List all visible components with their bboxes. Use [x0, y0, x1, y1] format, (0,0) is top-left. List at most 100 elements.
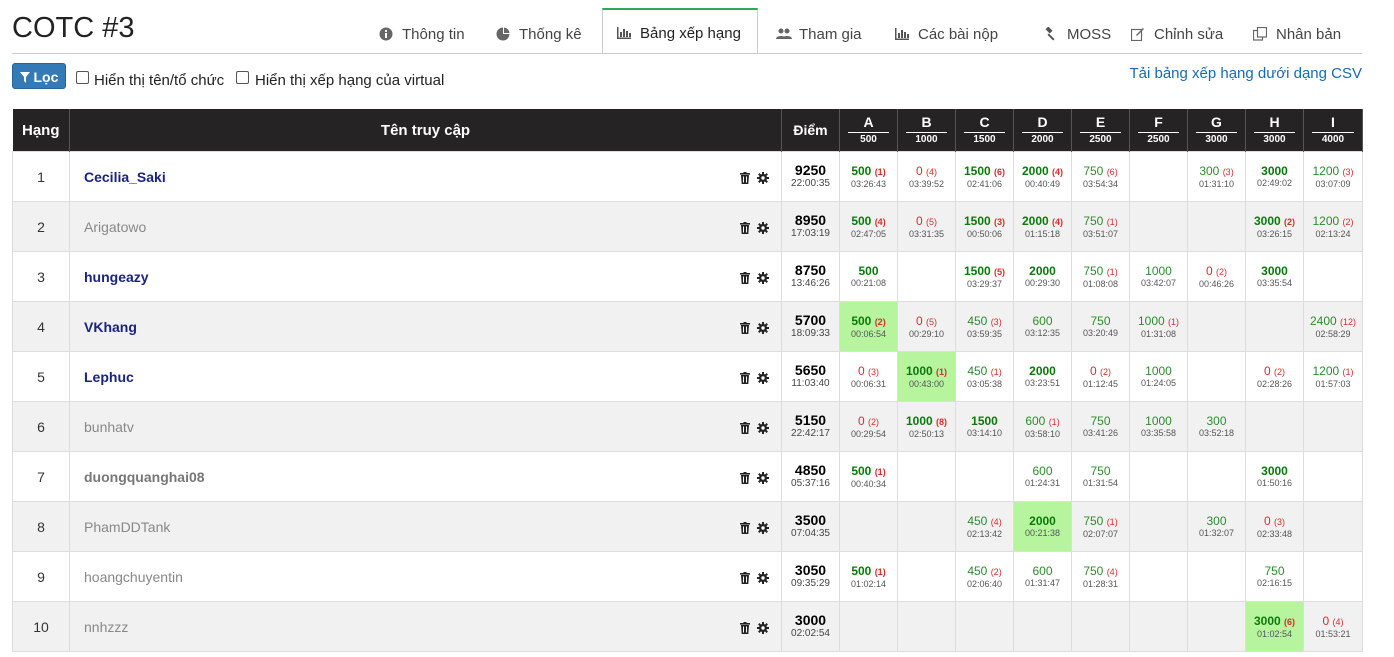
problem-cell[interactable]: 750 01:31:54: [1071, 451, 1130, 502]
trash-icon[interactable]: [739, 221, 751, 234]
show-virtual-checkbox[interactable]: [236, 71, 249, 84]
problem-cell[interactable]: 1000 01:24:05: [1129, 351, 1188, 402]
problem-cell[interactable]: 0 (2) 00:29:54: [839, 401, 898, 452]
trash-icon[interactable]: [739, 371, 751, 384]
trash-icon[interactable]: [739, 621, 751, 634]
filter-button[interactable]: Lọc: [12, 63, 66, 89]
tab-4[interactable]: Tham gia: [766, 16, 862, 54]
tab-5[interactable]: Các bài nộp: [885, 16, 998, 54]
tab-6[interactable]: MOSS: [1034, 16, 1111, 54]
gear-icon[interactable]: [757, 171, 769, 184]
problem-cell[interactable]: 300 03:52:18: [1187, 401, 1246, 452]
username-link[interactable]: VKhang: [84, 319, 137, 335]
gear-icon[interactable]: [757, 221, 769, 234]
problem-cell[interactable]: 1000 (8) 02:50:13: [897, 401, 956, 452]
problem-cell[interactable]: 750 (1) 01:08:08: [1071, 251, 1130, 302]
header-problem-h[interactable]: H 3000: [1245, 109, 1304, 152]
problem-cell[interactable]: 3000 (2) 03:26:15: [1245, 201, 1304, 252]
problem-cell[interactable]: 0 (3) 00:06:31: [839, 351, 898, 402]
problem-cell[interactable]: 0 (5) 03:31:35: [897, 201, 956, 252]
problem-cell[interactable]: 0 (2) 02:28:26: [1245, 351, 1304, 402]
username-link[interactable]: Lephuc: [84, 369, 134, 385]
trash-icon[interactable]: [739, 271, 751, 284]
tab-3[interactable]: Bảng xếp hạng: [602, 8, 758, 54]
problem-cell[interactable]: 0 (4) 01:53:21: [1303, 601, 1363, 652]
username-link[interactable]: PhamDDTank: [84, 519, 170, 535]
trash-icon[interactable]: [739, 571, 751, 584]
problem-cell[interactable]: 750 (4) 01:28:31: [1071, 551, 1130, 602]
problem-cell[interactable]: 500 (2) 00:06:54: [839, 301, 898, 352]
problem-cell[interactable]: 1500 (5) 03:29:37: [955, 251, 1014, 302]
problem-cell[interactable]: 1000 03:42:07: [1129, 251, 1188, 302]
problem-cell[interactable]: 1500 03:14:10: [955, 401, 1014, 452]
header-problem-d[interactable]: D 2000: [1013, 109, 1072, 152]
header-rank[interactable]: Hạng: [12, 109, 70, 152]
problem-cell[interactable]: 0 (2) 01:12:45: [1071, 351, 1130, 402]
problem-cell[interactable]: 0 (3) 02:33:48: [1245, 501, 1304, 552]
gear-icon[interactable]: [757, 421, 769, 434]
problem-cell[interactable]: 500 (1) 03:26:43: [839, 151, 898, 202]
problem-cell[interactable]: 1000 (1) 01:31:08: [1129, 301, 1188, 352]
gear-icon[interactable]: [757, 371, 769, 384]
problem-cell[interactable]: 750 02:16:15: [1245, 551, 1304, 602]
problem-cell[interactable]: 450 (1) 03:05:38: [955, 351, 1014, 402]
username-link[interactable]: bunhatv: [84, 419, 134, 435]
show-name-checkbox[interactable]: [76, 71, 89, 84]
problem-cell[interactable]: 750 03:41:26: [1071, 401, 1130, 452]
problem-cell[interactable]: 1500 (3) 00:50:06: [955, 201, 1014, 252]
gear-icon[interactable]: [757, 271, 769, 284]
problem-cell[interactable]: 2000 00:21:38: [1013, 501, 1072, 552]
tab-7[interactable]: Chỉnh sửa: [1121, 16, 1223, 54]
problem-cell[interactable]: 1000 03:35:58: [1129, 401, 1188, 452]
problem-cell[interactable]: 1500 (6) 02:41:06: [955, 151, 1014, 202]
problem-cell[interactable]: 2000 (4) 00:40:49: [1013, 151, 1072, 202]
trash-icon[interactable]: [739, 521, 751, 534]
trash-icon[interactable]: [739, 321, 751, 334]
problem-cell[interactable]: 3000 01:50:16: [1245, 451, 1304, 502]
gear-icon[interactable]: [757, 571, 769, 584]
problem-cell[interactable]: 750 (6) 03:54:34: [1071, 151, 1130, 202]
problem-cell[interactable]: 450 (2) 02:06:40: [955, 551, 1014, 602]
problem-cell[interactable]: 1000 (1) 00:43:00: [897, 351, 956, 402]
problem-cell[interactable]: 500 (1) 00:40:34: [839, 451, 898, 502]
username-link[interactable]: hungeazy: [84, 269, 149, 285]
username-link[interactable]: Arigatowo: [84, 219, 146, 235]
problem-cell[interactable]: 2000 03:23:51: [1013, 351, 1072, 402]
header-problem-f[interactable]: F 2500: [1129, 109, 1188, 152]
problem-cell[interactable]: 0 (4) 03:39:52: [897, 151, 956, 202]
problem-cell[interactable]: 1200 (1) 01:57:03: [1303, 351, 1363, 402]
problem-cell[interactable]: 0 (2) 00:46:26: [1187, 251, 1246, 302]
problem-cell[interactable]: 300 (3) 01:31:10: [1187, 151, 1246, 202]
problem-cell[interactable]: 1200 (2) 02:13:24: [1303, 201, 1363, 252]
problem-cell[interactable]: 600 01:24:31: [1013, 451, 1072, 502]
problem-cell[interactable]: 600 (1) 03:58:10: [1013, 401, 1072, 452]
problem-cell[interactable]: 450 (4) 02:13:42: [955, 501, 1014, 552]
problem-cell[interactable]: 450 (3) 03:59:35: [955, 301, 1014, 352]
gear-icon[interactable]: [757, 321, 769, 334]
trash-icon[interactable]: [739, 171, 751, 184]
username-link[interactable]: nnhzzz: [84, 619, 128, 635]
header-problem-a[interactable]: A 500: [839, 109, 898, 152]
username-link[interactable]: duongquanghai08: [84, 469, 205, 485]
header-problem-i[interactable]: I 4000: [1303, 109, 1363, 152]
problem-cell[interactable]: 0 (5) 00:29:10: [897, 301, 956, 352]
download-csv-link[interactable]: Tải bảng xếp hạng dưới dạng CSV: [1129, 65, 1362, 82]
header-score[interactable]: Điểm: [781, 109, 840, 152]
username-link[interactable]: Cecilia_Saki: [84, 169, 166, 185]
problem-cell[interactable]: 3000 (6) 01:02:54: [1245, 601, 1304, 652]
problem-cell[interactable]: 600 01:31:47: [1013, 551, 1072, 602]
problem-cell[interactable]: 600 03:12:35: [1013, 301, 1072, 352]
problem-cell[interactable]: 3000 03:35:54: [1245, 251, 1304, 302]
gear-icon[interactable]: [757, 471, 769, 484]
header-problem-b[interactable]: B 1000: [897, 109, 956, 152]
header-problem-e[interactable]: E 2500: [1071, 109, 1130, 152]
problem-cell[interactable]: 750 (1) 02:07:07: [1071, 501, 1130, 552]
problem-cell[interactable]: 2400 (12) 02:58:29: [1303, 301, 1363, 352]
problem-cell[interactable]: 2000 (4) 01:15:18: [1013, 201, 1072, 252]
header-username[interactable]: Tên truy cập: [69, 109, 782, 152]
trash-icon[interactable]: [739, 471, 751, 484]
problem-cell[interactable]: 1200 (3) 03:07:09: [1303, 151, 1363, 202]
header-problem-g[interactable]: G 3000: [1187, 109, 1246, 152]
problem-cell[interactable]: 3000 02:49:02: [1245, 151, 1304, 202]
problem-cell[interactable]: 500 (1) 01:02:14: [839, 551, 898, 602]
